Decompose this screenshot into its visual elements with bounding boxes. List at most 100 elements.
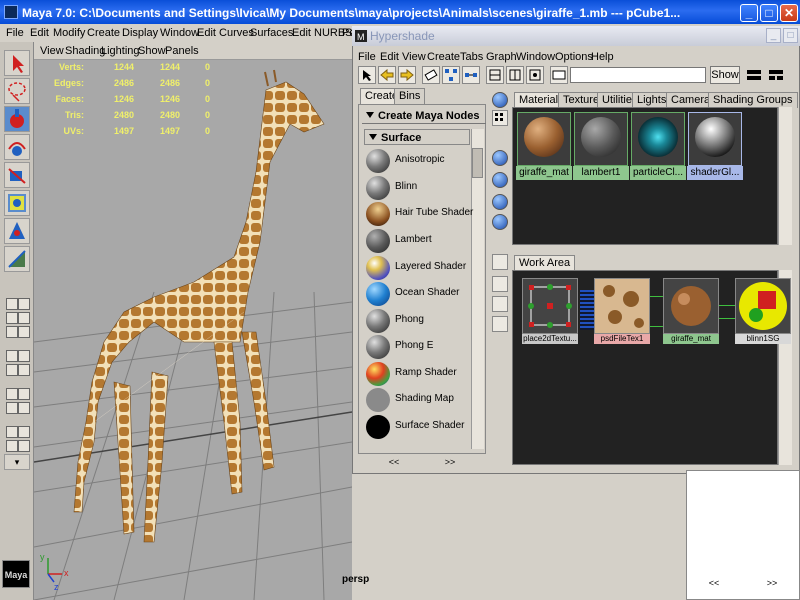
manipulator-tool-icon[interactable] <box>4 218 30 244</box>
tab-work-area[interactable]: Work Area <box>514 255 576 271</box>
node-blinn1sg[interactable] <box>735 278 791 334</box>
bottom-scroll-left-button[interactable]: << <box>706 578 722 588</box>
node-anisotropic[interactable]: Anisotropic <box>364 148 470 174</box>
output-connections-icon[interactable] <box>526 66 544 84</box>
vp-menu-panels[interactable]: Panels <box>165 42 199 60</box>
tab-bins[interactable]: Bins <box>394 88 426 104</box>
swatch-size-1-icon[interactable] <box>492 150 508 166</box>
io-connections-icon[interactable] <box>506 66 524 84</box>
layout-split-icon[interactable] <box>6 312 18 324</box>
node-layered-shader[interactable]: Layered Shader <box>364 255 470 281</box>
select-tool-icon[interactable] <box>4 50 30 76</box>
node-hair-tube-shader[interactable]: Hair Tube Shader <box>364 201 473 227</box>
paint-select-tool-icon[interactable] <box>4 106 30 132</box>
select-arrow-icon[interactable] <box>358 66 376 84</box>
swatch-size-4-icon[interactable] <box>492 214 508 230</box>
grid-view-icon[interactable] <box>492 110 508 126</box>
menu-edit[interactable]: Edit <box>30 24 49 42</box>
menu-surfaces[interactable]: Surfaces <box>250 24 293 42</box>
layout-dope-icon[interactable] <box>6 388 18 400</box>
layout-persp-icon[interactable] <box>6 364 18 376</box>
forward-arrow-icon[interactable] <box>398 66 416 84</box>
move-tool-icon[interactable] <box>4 134 30 160</box>
hypershade-search-field[interactable] <box>570 67 706 83</box>
rotate-tool-icon[interactable] <box>4 162 30 188</box>
material-shader-glow[interactable] <box>688 112 742 166</box>
input-connections-icon[interactable] <box>486 66 504 84</box>
layout-trax-icon[interactable] <box>18 388 30 400</box>
layout-outliner-icon[interactable] <box>6 350 18 362</box>
clear-graph-icon[interactable] <box>550 66 568 84</box>
material-particle-cloud[interactable] <box>631 112 685 166</box>
vp-menu-show[interactable]: Show <box>138 42 166 60</box>
scale-tool-icon[interactable] <box>4 190 30 216</box>
layout-custom-icon[interactable] <box>6 440 18 452</box>
eraser-icon[interactable] <box>422 66 440 84</box>
graph-arrange-icon[interactable] <box>492 254 508 270</box>
node-blinn[interactable]: Blinn <box>364 175 470 201</box>
vp-menu-shading[interactable]: Shading <box>65 42 105 60</box>
layout-blend-icon[interactable] <box>6 426 18 438</box>
layout-render-icon[interactable] <box>6 402 18 414</box>
sphere-swatch-button-icon[interactable] <box>492 92 508 108</box>
layout-split-horizontal-icon[interactable] <box>768 66 784 84</box>
layout-persp-graph-icon[interactable] <box>18 364 30 376</box>
maximize-button[interactable]: □ <box>760 4 778 22</box>
hs-maximize-button[interactable]: □ <box>783 28 798 43</box>
layout-vertical-icon[interactable] <box>18 312 30 324</box>
node-place2d-texture[interactable] <box>522 278 578 334</box>
layout-hypergraph-icon[interactable] <box>18 350 30 362</box>
close-button[interactable]: ✕ <box>780 4 798 22</box>
perspective-viewport[interactable]: Verts: 1244 1244 0 Edges: 2486 2486 0 Faces: 12… <box>34 42 369 600</box>
show-button[interactable]: Show <box>710 66 740 84</box>
bottom-scroll-right-button[interactable]: >> <box>764 578 780 588</box>
layout-three-icon[interactable] <box>6 326 18 338</box>
create-scroll-right-button[interactable]: >> <box>442 457 458 467</box>
materials-scrollbar[interactable] <box>778 107 792 245</box>
node-shading-map[interactable]: Shading Map <box>364 387 470 413</box>
material-lambert1[interactable] <box>574 112 628 166</box>
graph-frame-icon[interactable] <box>492 276 508 292</box>
graph-toggle-icon[interactable] <box>492 316 508 332</box>
node-psd-file-tex[interactable] <box>594 278 650 334</box>
layout-hypershade-icon[interactable] <box>18 440 30 452</box>
menu-file[interactable]: File <box>6 24 24 42</box>
layout-list-icon[interactable] <box>18 426 30 438</box>
vp-menu-lighting[interactable]: Lighting <box>101 42 140 60</box>
menu-modify[interactable]: Modify <box>53 24 85 42</box>
layout-four-icon[interactable] <box>18 298 30 310</box>
node-phong[interactable]: Phong <box>364 308 470 334</box>
swatch-size-2-icon[interactable] <box>492 172 508 188</box>
layout-single-icon[interactable] <box>6 298 18 310</box>
layout-script-icon[interactable] <box>18 402 30 414</box>
create-maya-nodes-header[interactable]: Create Maya Nodes <box>362 108 486 124</box>
minimize-button[interactable]: _ <box>740 4 758 22</box>
tab-shading-groups[interactable]: Shading Groups <box>708 92 798 108</box>
create-scroll-left-button[interactable]: << <box>386 457 402 467</box>
node-phong-e[interactable]: Phong E <box>364 334 470 360</box>
layout-graph-icon[interactable] <box>18 326 30 338</box>
layout-horizontal-icon[interactable] <box>746 66 762 84</box>
graph-clock-icon[interactable] <box>492 296 508 312</box>
back-arrow-icon[interactable] <box>378 66 396 84</box>
graph-network-icon[interactable] <box>442 66 460 84</box>
node-ocean-shader[interactable]: Ocean Shader <box>364 281 470 307</box>
node-surface-shader[interactable]: Surface Shader <box>364 414 470 440</box>
node-ramp-shader[interactable]: Ramp Shader <box>364 361 470 387</box>
lasso-tool-icon[interactable] <box>4 78 30 104</box>
last-tool-icon[interactable] <box>4 246 30 272</box>
node-lambert[interactable]: Lambert <box>364 228 470 254</box>
menu-display[interactable]: Display <box>122 24 158 42</box>
hs-minimize-button[interactable]: _ <box>766 28 781 43</box>
surface-section-header[interactable]: Surface <box>364 129 470 145</box>
menu-create[interactable]: Create <box>87 24 120 42</box>
menu-window[interactable]: Window <box>160 24 199 42</box>
vp-menu-view[interactable]: View <box>40 42 64 60</box>
node-giraffe-mat[interactable] <box>663 278 719 334</box>
material-giraffe-mat[interactable] <box>517 112 571 166</box>
create-panel-scroll-thumb[interactable] <box>472 148 483 178</box>
toolbox-more-arrow-icon[interactable]: ▾ <box>4 454 30 470</box>
graph-upstream-icon[interactable] <box>462 66 480 84</box>
menu-edit-curves[interactable]: Edit Curves <box>197 24 254 42</box>
swatch-size-3-icon[interactable] <box>492 194 508 210</box>
